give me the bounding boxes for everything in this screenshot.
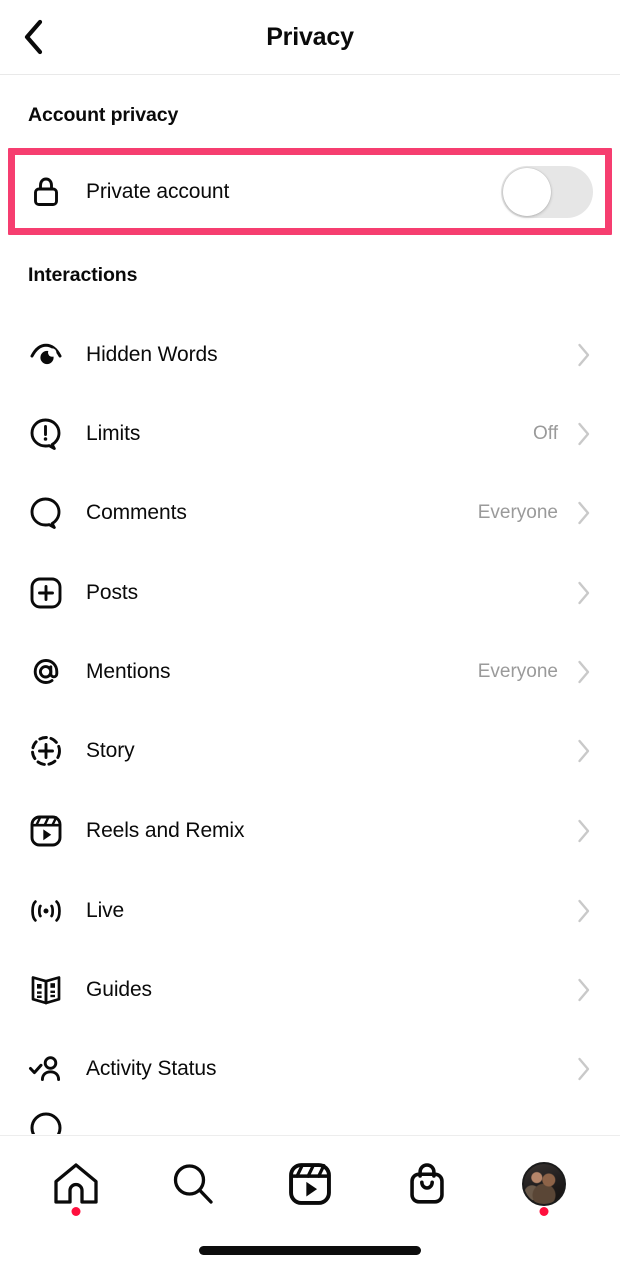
private-account-highlight: Private account [8, 148, 612, 235]
home-indicator [199, 1246, 421, 1255]
chevron-right-icon [576, 1056, 592, 1082]
nav-reels[interactable] [268, 1148, 352, 1220]
row-posts[interactable]: Posts [0, 562, 620, 624]
row-partial-clipped[interactable] [0, 1108, 620, 1134]
row-label: Posts [86, 581, 139, 604]
row-reels-and-remix[interactable]: Reels and Remix [0, 800, 620, 862]
lock-icon [28, 174, 64, 210]
chevron-right-icon [576, 659, 592, 685]
profile-badge-dot [539, 1207, 549, 1216]
row-guides[interactable]: Guides [0, 959, 620, 1021]
section-heading-interactions: Interactions [28, 264, 138, 286]
guides-book-icon [28, 972, 64, 1008]
eye-hidden-icon [28, 337, 64, 373]
chevron-right-icon [576, 580, 592, 606]
nav-home[interactable] [34, 1148, 118, 1220]
row-comments[interactable]: Comments Everyone [0, 482, 620, 544]
row-limits[interactable]: Limits Off [0, 403, 620, 465]
row-label: Story [86, 739, 135, 762]
row-label: Reels and Remix [86, 819, 245, 842]
chevron-right-icon [576, 898, 592, 924]
row-value: Off [533, 423, 558, 444]
row-live[interactable]: Live [0, 880, 620, 942]
bottom-navigation-bar [0, 1135, 620, 1273]
chevron-right-icon [576, 500, 592, 526]
row-label: Limits [86, 422, 141, 445]
app-header: Privacy [0, 0, 620, 75]
live-broadcast-icon [28, 893, 64, 929]
row-label: Comments [86, 501, 187, 524]
nav-items [0, 1136, 620, 1232]
chevron-right-icon [576, 421, 592, 447]
row-value: Everyone [477, 661, 558, 682]
chevron-right-icon [576, 818, 592, 844]
row-label: Private account [86, 179, 230, 203]
search-icon [169, 1160, 217, 1208]
home-icon [51, 1160, 101, 1208]
shop-bag-icon [405, 1161, 449, 1207]
home-badge-dot [71, 1207, 81, 1216]
comment-bubble-icon [28, 495, 64, 531]
at-mention-icon [28, 654, 64, 690]
avatar [521, 1162, 566, 1206]
row-hidden-words[interactable]: Hidden Words [0, 324, 620, 386]
story-plus-icon [28, 733, 64, 769]
reels-icon [287, 1161, 333, 1207]
row-label: Live [86, 899, 125, 922]
clipped-circle-icon [28, 1108, 620, 1134]
back-button[interactable] [12, 15, 56, 59]
row-label: Mentions [86, 660, 171, 683]
row-story[interactable]: Story [0, 720, 620, 782]
nav-search[interactable] [151, 1148, 235, 1220]
chevron-right-icon [576, 342, 592, 368]
nav-profile[interactable] [502, 1148, 586, 1220]
privacy-settings-screen: Privacy Account privacy Private account … [0, 0, 620, 1273]
nav-shop[interactable] [385, 1148, 469, 1220]
row-value: Everyone [477, 502, 558, 523]
toggle-knob [503, 167, 551, 216]
activity-status-icon [28, 1051, 64, 1087]
chevron-right-icon [576, 738, 592, 764]
chevron-right-icon [576, 977, 592, 1003]
row-label: Hidden Words [86, 343, 218, 366]
post-plus-icon [28, 575, 64, 611]
row-private-account[interactable]: Private account [15, 155, 605, 228]
section-heading-account-privacy: Account privacy [28, 104, 179, 126]
chevron-left-icon [22, 17, 46, 57]
row-label: Activity Status [86, 1057, 217, 1080]
row-label: Guides [86, 978, 152, 1001]
limits-bubble-icon [28, 416, 64, 452]
row-mentions[interactable]: Mentions Everyone [0, 641, 620, 703]
page-title: Privacy [266, 22, 354, 51]
private-account-toggle[interactable] [501, 165, 593, 218]
row-activity-status[interactable]: Activity Status [0, 1038, 620, 1100]
reels-icon [28, 813, 64, 849]
